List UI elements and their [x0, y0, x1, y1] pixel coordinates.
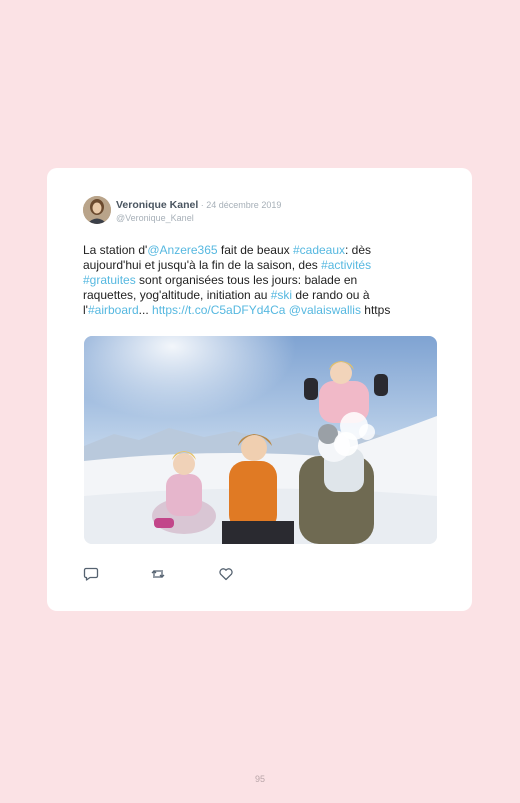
tweet-link[interactable]: #airboard — [88, 303, 139, 317]
tweet-text-segment: fait de beaux — [217, 243, 293, 257]
page-number: 95 — [254, 774, 265, 784]
tweet-link[interactable]: #cadeaux — [293, 243, 345, 257]
tweet-date[interactable]: 24 décembre 2019 — [206, 200, 281, 210]
tweet-link[interactable]: @Anzere365 — [147, 243, 217, 257]
reply-icon[interactable] — [83, 566, 99, 582]
tweet-photo[interactable] — [84, 336, 437, 544]
author-handle[interactable]: @Veronique_Kanel — [116, 212, 281, 224]
tweet-link[interactable]: #ski — [271, 288, 292, 302]
retweet-icon[interactable] — [150, 566, 166, 582]
author-name[interactable]: Veronique Kanel — [116, 199, 198, 211]
tweet-header: Veronique Kanel · 24 décembre 2019 @Vero… — [116, 198, 281, 224]
tweet-text: La station d'@Anzere365 fait de beaux #c… — [83, 243, 413, 318]
tweet-link[interactable]: #gratuites — [83, 273, 136, 287]
tweet-link[interactable]: #activités — [321, 258, 371, 272]
tweet-text-segment: La station d' — [83, 243, 148, 257]
like-icon[interactable] — [218, 566, 234, 582]
tweet-link[interactable]: @valaiswallis — [289, 303, 361, 317]
tweet-card: Veronique Kanel · 24 décembre 2019 @Vero… — [47, 168, 472, 611]
tweet-text-segment: ... — [138, 303, 153, 317]
tweet-text-segment: https — [360, 303, 391, 317]
avatar[interactable] — [83, 196, 111, 224]
tweet-link[interactable]: https://t.co/C5aDFYd4Ca — [152, 303, 285, 317]
